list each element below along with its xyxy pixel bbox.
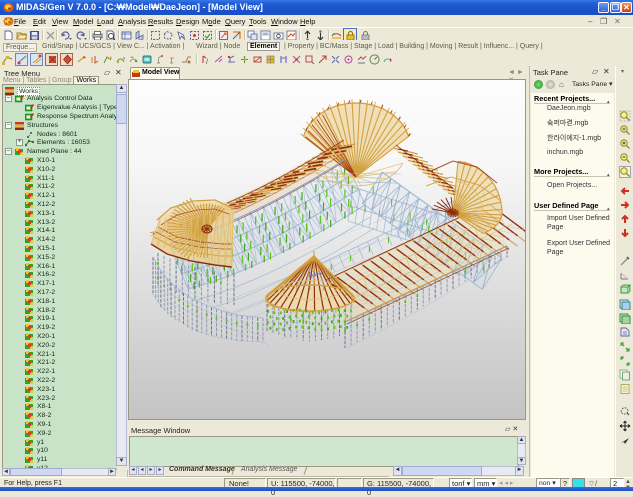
- svg-text:/: /: [206, 59, 208, 65]
- svg-text:βλ⤳: βλ⤳: [308, 271, 322, 279]
